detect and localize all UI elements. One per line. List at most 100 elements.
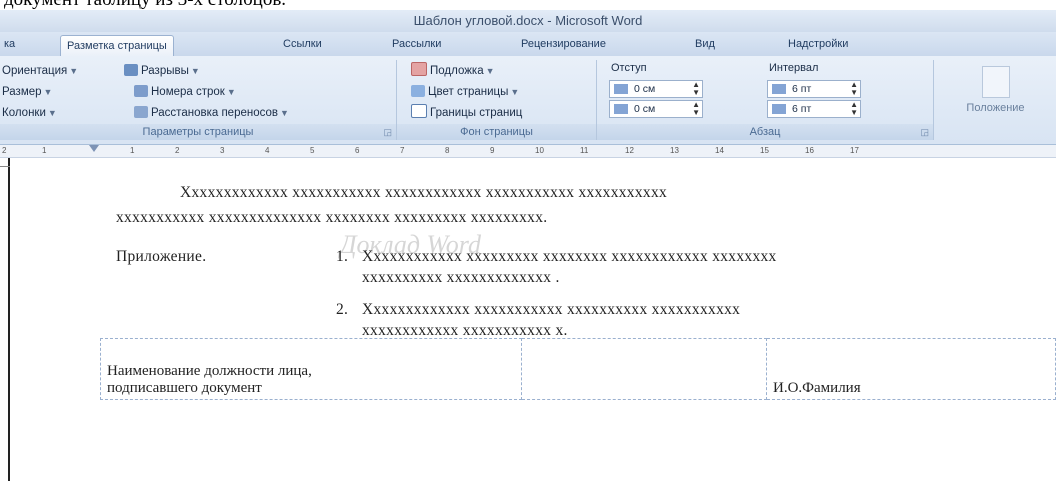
columns-label: Колонки: [2, 107, 46, 119]
position-button[interactable]: Положение: [935, 60, 1056, 140]
ruler-tick: 2: [175, 146, 180, 155]
tab-page-layout[interactable]: Разметка страницы: [60, 35, 174, 58]
spinner-arrows-icon[interactable]: ▲ ▼: [850, 101, 858, 117]
spinner-arrows-icon[interactable]: ▲ ▼: [692, 81, 700, 97]
dropdown-arrow-icon: ▼: [226, 87, 236, 97]
caption-text: документ таблицу из 3-х столбцов.: [0, 0, 1056, 10]
table-cell-name[interactable]: И.О.Фамилия: [766, 338, 1056, 400]
spacing-before-input[interactable]: 6 пт ▲ ▼: [767, 80, 861, 98]
spinner-arrows-icon[interactable]: ▲ ▼: [692, 101, 700, 117]
list-item-1-line-1: Хxxxxxxxxxxx xxxxxxxxx xxxxxxxx xxxxxxxx…: [362, 248, 777, 265]
dropdown-arrow-icon: ▼: [69, 66, 79, 76]
spacing-before-icon: [772, 84, 786, 94]
ruler-tick: 14: [715, 146, 724, 155]
page-color-button[interactable]: Цвет страницы ▼: [411, 83, 519, 101]
ruler-tick: 3: [220, 146, 225, 155]
dialog-launcher-icon[interactable]: ◲: [383, 127, 392, 138]
spacing-before-value: 6 пт: [792, 83, 812, 95]
ruler-tick: 12: [625, 146, 634, 155]
line-numbers-label: Номера строк: [151, 86, 225, 98]
ribbon-tabs: ка Разметка страницы Ссылки Рассылки Рец…: [0, 32, 1056, 58]
breaks-button[interactable]: Разрывы ▼: [124, 62, 200, 80]
watermark-icon: [411, 62, 427, 76]
position-title-line-2: подписавшего документ: [107, 380, 262, 396]
tab-review[interactable]: Рецензирование: [515, 34, 612, 54]
indent-left-value: 0 см: [634, 83, 656, 95]
word-window: Шаблон угловой.docx - Microsoft Word ка …: [0, 10, 1056, 481]
position-title-line-1: Наименование должности лица,: [107, 363, 312, 379]
horizontal-ruler[interactable]: 2 1 1 2 3 4 5 6 7 8 9 10 11 12 13 14 15 …: [0, 145, 1056, 158]
ruler-tick: 16: [805, 146, 814, 155]
line-numbers-button[interactable]: Номера строк ▼: [134, 83, 236, 101]
page-borders-label: Границы страниц: [430, 107, 523, 119]
position-label: Положение: [966, 102, 1025, 114]
ruler-tick: 9: [490, 146, 495, 155]
tab-view[interactable]: Вид: [689, 34, 721, 54]
tab-mailings[interactable]: Рассылки: [386, 34, 447, 54]
breaks-icon: [124, 64, 138, 76]
size-label: Размер: [2, 86, 42, 98]
tab-addins[interactable]: Надстройки: [782, 34, 854, 54]
margin-mark: [0, 166, 10, 167]
indent-right-value: 0 см: [634, 103, 656, 115]
ruler-tick: 1: [130, 146, 135, 155]
hyphenation-button[interactable]: Расстановка переносов ▼: [134, 104, 289, 122]
list-item-2-line-1: Хxxxxxxxxxxxx xxxxxxxxxxx xxxxxxxxxx xxx…: [362, 301, 741, 318]
columns-button[interactable]: Колонки ▼: [2, 104, 57, 122]
ruler-tick: 5: [310, 146, 315, 155]
dropdown-arrow-icon: ▼: [43, 87, 53, 97]
spacing-after-input[interactable]: 6 пт ▲ ▼: [767, 100, 861, 118]
ruler-tick: 4: [265, 146, 270, 155]
paragraph-line-1: Хxxxxxxxxxxxx xxxxxxxxxxx xxxxxxxxxxxx x…: [180, 184, 668, 201]
page-borders-button[interactable]: Границы страниц: [411, 104, 522, 122]
list-item-1-number: 1.: [336, 248, 349, 265]
ruler-tick: 13: [670, 146, 679, 155]
dialog-launcher-icon[interactable]: ◲: [920, 127, 929, 138]
page-setup-group-label: Параметры страницы: [0, 124, 396, 140]
ruler-tick: 1: [42, 146, 47, 155]
orientation-label: Ориентация: [2, 65, 68, 77]
tab-home[interactable]: ка: [0, 34, 21, 54]
dropdown-arrow-icon: ▼: [510, 87, 520, 97]
dropdown-arrow-icon: ▼: [47, 108, 57, 118]
group-page-setup: Ориентация ▼ Разрывы ▼ Размер ▼ Номера стро…: [0, 60, 397, 140]
page-left-edge: [8, 158, 10, 481]
signature-table[interactable]: Наименование должности лица, подписавшег…: [100, 338, 1056, 400]
page-color-icon: [411, 85, 425, 97]
group-paragraph: Отступ 0 см ▲ ▼ 0 см ▲ ▼ Интервал 6 пт ▲ ▼ 6 п…: [597, 60, 934, 140]
table-cell-signature[interactable]: [521, 338, 767, 400]
ruler-tick: 10: [535, 146, 544, 155]
ribbon: Ориентация ▼ Разрывы ▼ Размер ▼ Номера стро…: [0, 56, 1056, 145]
ruler-tick: 8: [445, 146, 450, 155]
document-page[interactable]: Доклад Word Хxxxxxxxxxxxx xxxxxxxxxxx xx…: [0, 158, 1056, 481]
indent-marker-icon[interactable]: [89, 145, 99, 152]
list-item-1-line-2: xxxxxxxxxx xxxxxxxxxxxxx .: [362, 269, 560, 286]
indent-right-icon: [614, 104, 628, 114]
watermark-button[interactable]: Подложка ▼: [411, 62, 495, 80]
position-icon: [981, 66, 1010, 98]
indent-left-input[interactable]: 0 см ▲ ▼: [609, 80, 703, 98]
paragraph-group-label: Абзац: [597, 124, 933, 140]
page-color-label: Цвет страницы: [428, 86, 509, 98]
orientation-button[interactable]: Ориентация ▼: [2, 62, 78, 80]
group-page-background: Подложка ▼ Цвет страницы ▼ Границы страниц…: [397, 60, 597, 140]
list-item-2-number: 2.: [336, 301, 349, 318]
breaks-label: Разрывы: [141, 65, 189, 77]
dropdown-arrow-icon: ▼: [190, 66, 200, 76]
indent-right-input[interactable]: 0 см ▲ ▼: [609, 100, 703, 118]
spacing-label: Интервал: [769, 62, 819, 74]
spinner-arrows-icon[interactable]: ▲ ▼: [850, 81, 858, 97]
ruler-tick: 15: [760, 146, 769, 155]
watermark-label: Подложка: [430, 65, 484, 77]
line-numbers-icon: [134, 85, 148, 97]
page-borders-icon: [411, 104, 427, 118]
size-button[interactable]: Размер ▼: [2, 83, 52, 101]
hyphenation-icon: [134, 106, 148, 118]
hyphenation-label: Расстановка переносов: [151, 107, 278, 119]
ruler-tick: 17: [850, 146, 859, 155]
ruler-tick: 7: [400, 146, 405, 155]
table-cell-position[interactable]: Наименование должности лица, подписавшег…: [100, 338, 522, 400]
ruler-tick: 2: [2, 146, 7, 155]
tab-references[interactable]: Ссылки: [277, 34, 328, 54]
page-background-group-label: Фон страницы: [397, 124, 596, 140]
